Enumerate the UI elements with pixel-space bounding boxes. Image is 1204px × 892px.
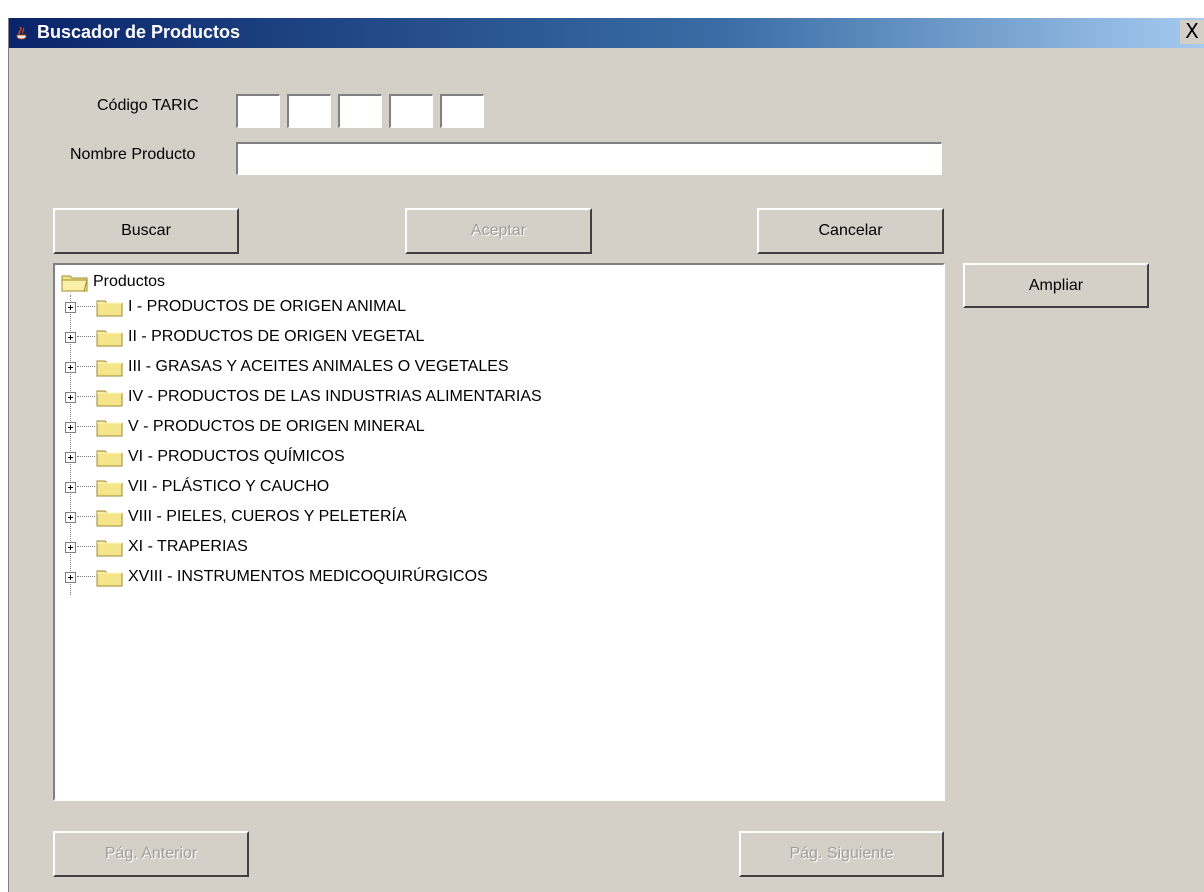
taric-field-3[interactable]: [338, 94, 382, 128]
tree-item-label: VI - PRODUCTOS QUÍMICOS: [128, 448, 345, 465]
tree-item[interactable]: XI - TRAPERIAS: [65, 535, 248, 559]
folder-icon: [96, 420, 123, 437]
tree-connector: [77, 486, 95, 488]
expand-plus-icon[interactable]: [65, 421, 76, 433]
tree-item[interactable]: V - PRODUCTOS DE ORIGEN MINERAL: [65, 415, 425, 439]
tree-root-label: Productos: [93, 273, 166, 290]
tree-item-label: VII - PLÁSTICO Y CAUCHO: [128, 478, 330, 495]
tree-connector: [77, 396, 95, 398]
folder-icon: [96, 390, 123, 407]
folder-icon: [96, 360, 123, 377]
java-coffee-icon: [16, 26, 27, 40]
open-folder-icon: [61, 275, 88, 292]
tree-item-label: VIII - PIELES, CUEROS Y PELETERÍA: [128, 508, 407, 525]
cancel-button[interactable]: Cancelar: [757, 208, 944, 254]
tree-item[interactable]: VI - PRODUCTOS QUÍMICOS: [65, 445, 345, 469]
search-button[interactable]: Buscar: [53, 208, 239, 254]
expand-plus-icon[interactable]: [65, 541, 76, 553]
taric-field-2[interactable]: [287, 94, 331, 128]
expand-plus-icon[interactable]: [65, 391, 76, 403]
tree-item[interactable]: I - PRODUCTOS DE ORIGEN ANIMAL: [65, 295, 406, 319]
taric-field-1[interactable]: [236, 94, 280, 128]
folder-icon: [96, 450, 123, 467]
tree-connector: [77, 546, 95, 548]
folder-icon: [96, 540, 123, 557]
tree-item-label: III - GRASAS Y ACEITES ANIMALES O VEGETA…: [128, 358, 509, 375]
tree-connector: [77, 366, 95, 368]
folder-icon: [96, 570, 123, 587]
tree-connector: [77, 456, 95, 458]
tree-root[interactable]: Productos: [61, 271, 165, 293]
tree-item-label: II - PRODUCTOS DE ORIGEN VEGETAL: [128, 328, 425, 345]
tree-item[interactable]: III - GRASAS Y ACEITES ANIMALES O VEGETA…: [65, 355, 509, 379]
next-page-button[interactable]: Pág. Siguiente: [739, 831, 944, 877]
expand-plus-icon[interactable]: [65, 481, 76, 493]
product-name-label: Nombre Producto: [70, 146, 196, 163]
tree-connector: [77, 306, 95, 308]
tree-item-label: XI - TRAPERIAS: [128, 538, 248, 555]
title-bar[interactable]: Buscador de Productos X: [9, 18, 1204, 48]
window-title: Buscador de Productos: [37, 22, 241, 42]
expand-plus-icon[interactable]: [65, 331, 76, 343]
tree-connector: [77, 426, 95, 428]
expand-plus-icon[interactable]: [65, 361, 76, 373]
tree-item[interactable]: VIII - PIELES, CUEROS Y PELETERÍA: [65, 505, 407, 529]
folder-icon: [96, 510, 123, 527]
tree-item-label: V - PRODUCTOS DE ORIGEN MINERAL: [128, 418, 425, 435]
accept-button[interactable]: Aceptar: [405, 208, 592, 254]
product-tree[interactable]: Productos I - PRODUCTOS DE ORIGEN ANIMAL…: [53, 263, 945, 801]
tree-connector: [77, 336, 95, 338]
folder-icon: [96, 330, 123, 347]
tree-item[interactable]: VII - PLÁSTICO Y CAUCHO: [65, 475, 329, 499]
expand-plus-icon[interactable]: [65, 571, 76, 583]
dialog-window: Buscador de Productos X Código TARIC Nom…: [8, 18, 1204, 892]
expand-plus-icon[interactable]: [65, 301, 76, 313]
tree-item[interactable]: IV - PRODUCTOS DE LAS INDUSTRIAS ALIMENT…: [65, 385, 542, 409]
expand-plus-icon[interactable]: [65, 451, 76, 463]
taric-field-4[interactable]: [389, 94, 433, 128]
product-name-input[interactable]: [236, 142, 942, 175]
taric-field-5[interactable]: [440, 94, 484, 128]
previous-page-button[interactable]: Pág. Anterior: [53, 831, 249, 877]
taric-label: Código TARIC: [97, 97, 199, 114]
tree-item-label: IV - PRODUCTOS DE LAS INDUSTRIAS ALIMENT…: [128, 388, 542, 405]
close-icon[interactable]: X: [1180, 20, 1204, 44]
tree-item[interactable]: XVIII - INSTRUMENTOS MEDICOQUIRÚRGICOS: [65, 565, 488, 589]
folder-icon: [96, 480, 123, 497]
tree-connector: [77, 516, 95, 518]
folder-icon: [96, 300, 123, 317]
tree-item-label: XVIII - INSTRUMENTOS MEDICOQUIRÚRGICOS: [128, 568, 488, 585]
tree-connector: [77, 576, 95, 578]
expand-button[interactable]: Ampliar: [963, 263, 1149, 308]
tree-item[interactable]: II - PRODUCTOS DE ORIGEN VEGETAL: [65, 325, 424, 349]
expand-plus-icon[interactable]: [65, 511, 76, 523]
tree-item-label: I - PRODUCTOS DE ORIGEN ANIMAL: [128, 298, 406, 315]
